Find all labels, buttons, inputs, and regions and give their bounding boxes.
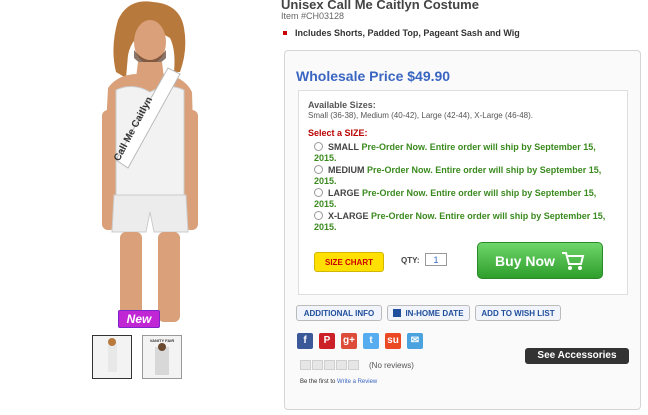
wholesale-price: Wholesale Price $49.90 [296, 68, 451, 84]
first-review-prefix: Be the first to [300, 379, 336, 385]
google-plus-icon[interactable]: g+ [341, 333, 357, 349]
thumbnail-1[interactable] [92, 335, 132, 379]
size-option-medium[interactable]: MEDIUM Pre-Order Now. Entire order will … [314, 165, 619, 187]
radio-button[interactable] [314, 142, 323, 151]
qty-input[interactable]: 1 [425, 253, 447, 266]
size-chart-button[interactable]: SIZE CHART [314, 252, 384, 272]
size-name: X-LARGE [328, 211, 369, 221]
available-sizes-list: Small (36-38), Medium (40-42), Large (42… [308, 111, 533, 120]
additional-info-button[interactable]: ADDITIONAL INFO [296, 305, 382, 321]
product-photo [102, 1, 198, 322]
email-icon[interactable]: ✉ [407, 333, 423, 349]
feature-text: Includes Shorts, Padded Top, Pageant Sas… [295, 28, 520, 38]
size-name: SMALL [328, 142, 359, 152]
twitter-icon[interactable]: t [363, 333, 379, 349]
thumbnail-2[interactable]: VANITY FAIR [142, 335, 182, 379]
wish-list-button[interactable]: ADD TO WISH LIST [475, 305, 561, 321]
facebook-icon[interactable]: f [297, 333, 313, 349]
rating-stars [300, 360, 359, 370]
star-icon [300, 360, 311, 370]
qty-label: QTY: [401, 256, 420, 265]
calendar-icon [393, 309, 402, 317]
review-count: (No reviews) [369, 361, 414, 370]
star-icon [336, 360, 347, 370]
see-accessories-button[interactable]: See Accessories [525, 348, 629, 364]
star-icon [312, 360, 323, 370]
item-number: Item #CH03128 [281, 11, 345, 21]
radio-button[interactable] [314, 188, 323, 197]
radio-button[interactable] [314, 165, 323, 174]
pinterest-icon[interactable]: P [319, 333, 335, 349]
in-home-date-label: IN-HOME DATE [405, 309, 464, 318]
size-option-x-large[interactable]: X-LARGE Pre-Order Now. Entire order will… [314, 211, 619, 233]
size-name: MEDIUM [328, 165, 365, 175]
cart-icon [561, 251, 585, 270]
size-name: LARGE [328, 188, 360, 198]
size-option-small[interactable]: SMALL Pre-Order Now. Entire order will s… [314, 142, 619, 164]
in-home-date-button[interactable]: IN-HOME DATE [387, 305, 470, 321]
new-badge: New [118, 310, 160, 328]
star-icon [324, 360, 335, 370]
buy-now-label: Buy Now [495, 252, 555, 269]
bullet-icon [283, 31, 287, 35]
buy-now-button[interactable]: Buy Now [477, 242, 603, 279]
available-sizes-title: Available Sizes: [308, 100, 376, 110]
size-option-large[interactable]: LARGE Pre-Order Now. Entire order will s… [314, 188, 619, 210]
first-review-text: Be the first to Write a Review [300, 379, 377, 385]
feature-bullet: Includes Shorts, Padded Top, Pageant Sas… [281, 28, 520, 38]
stumbleupon-icon[interactable]: su [385, 333, 401, 349]
write-review-link[interactable]: Write a Review [337, 379, 377, 385]
radio-button[interactable] [314, 211, 323, 220]
star-icon [348, 360, 359, 370]
select-size-label: Select a SIZE: [308, 128, 368, 138]
